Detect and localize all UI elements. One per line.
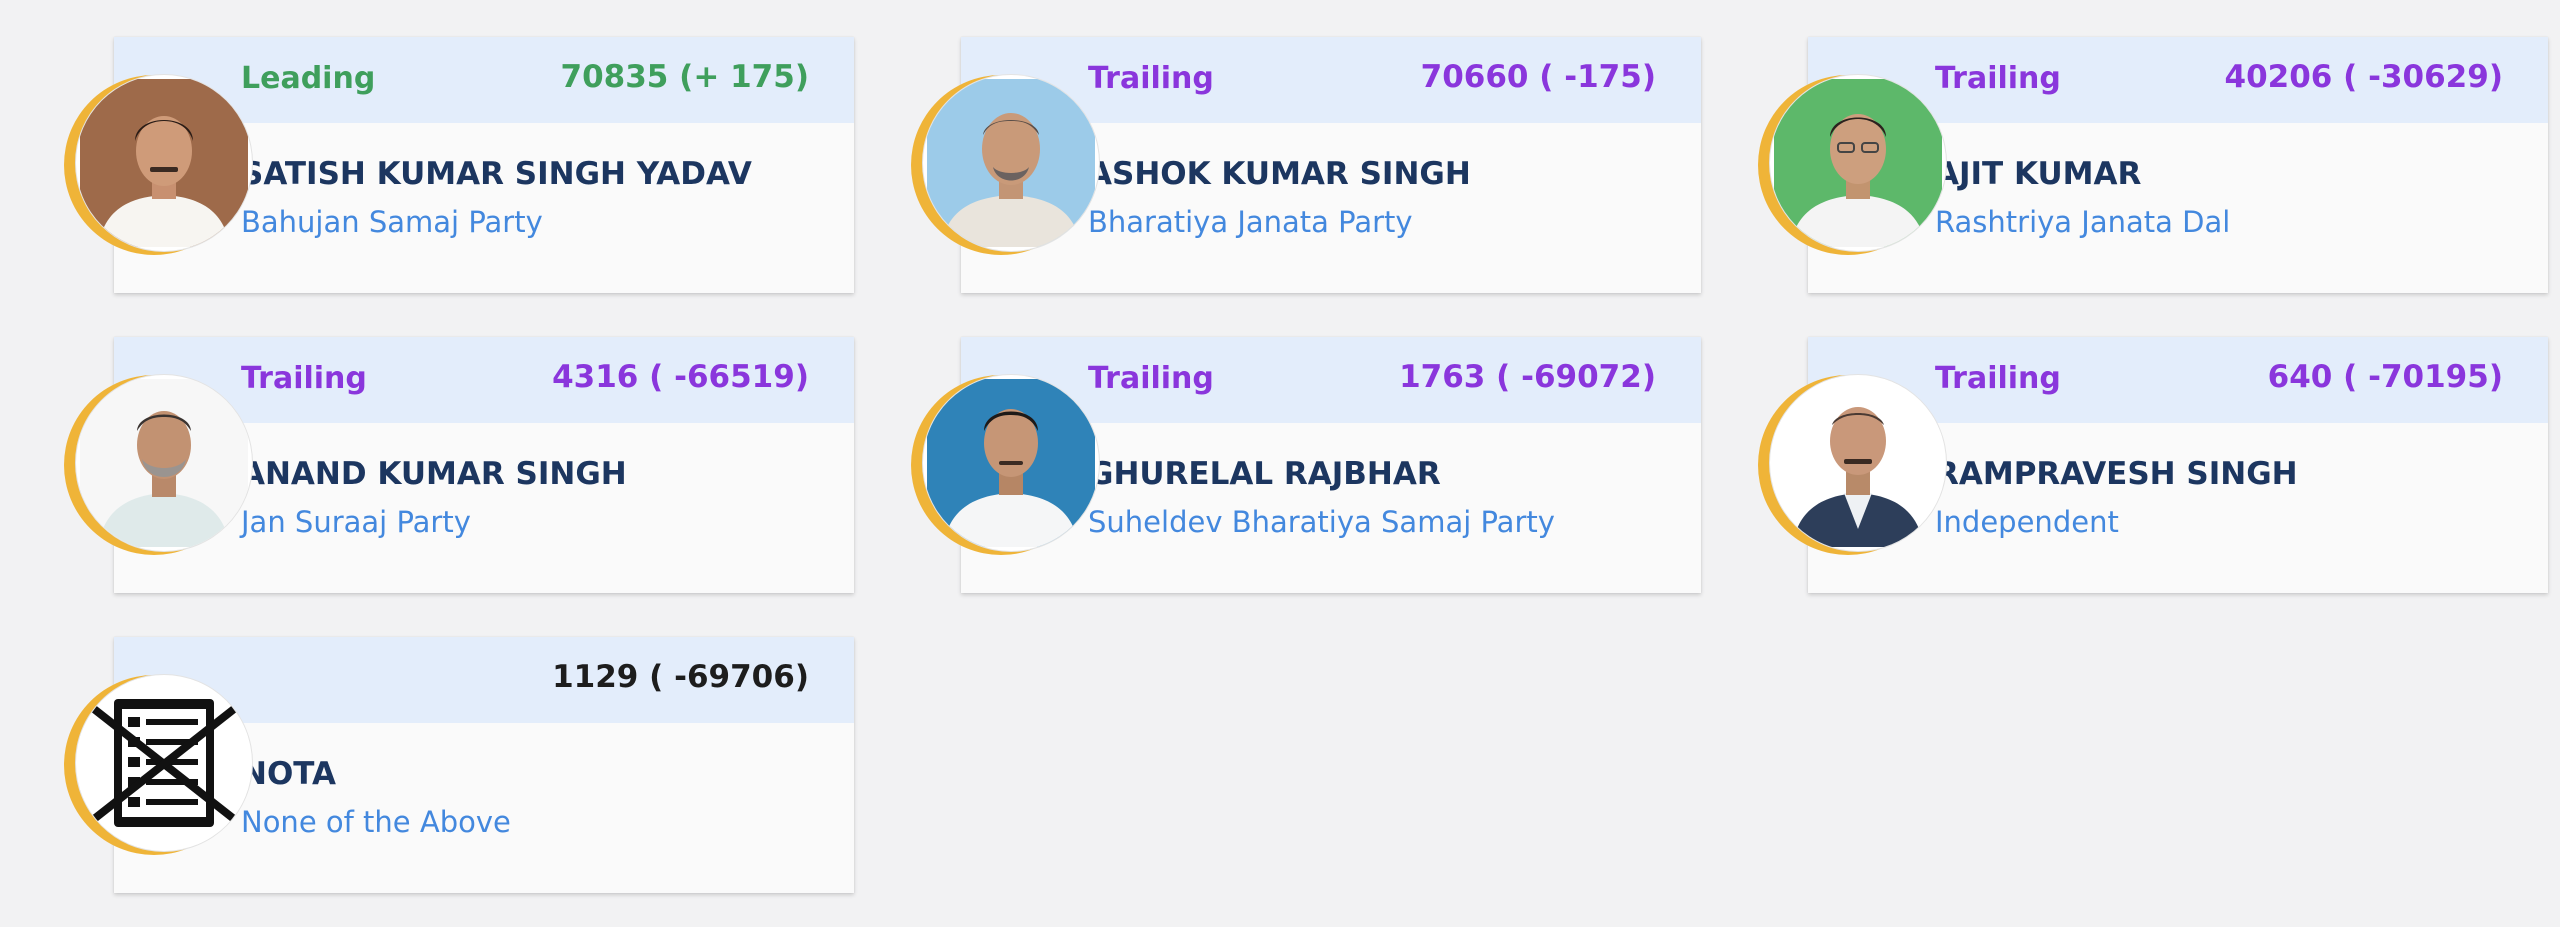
candidate-card[interactable]: Trailing 40206 ( -30629) AJIT KUMAR Rash…	[1728, 37, 2548, 299]
candidate-name: NOTA	[241, 756, 337, 792]
vote-count: 40206 ( -30629)	[2224, 59, 2504, 95]
vote-count: 4316 ( -66519)	[552, 359, 809, 395]
candidate-photo-icon	[1770, 75, 1946, 251]
candidate-photo-icon	[923, 75, 1099, 251]
candidate-photo-icon	[76, 75, 252, 251]
candidate-photo-icon	[76, 375, 252, 551]
candidate-results-grid: Leading 70835 (+ 175) SATISH KUMAR SINGH…	[0, 0, 2560, 927]
nota-card[interactable]: 1129 ( -69706) NOTA None of the Above	[34, 637, 854, 899]
party-name: None of the Above	[241, 805, 511, 839]
trailing-status-label: Trailing	[1935, 361, 2061, 396]
trailing-status-label: Trailing	[241, 361, 367, 396]
party-name: Rashtriya Janata Dal	[1935, 205, 2231, 239]
candidate-name: SATISH KUMAR SINGH YADAV	[241, 156, 752, 192]
candidate-card[interactable]: Trailing 1763 ( -69072) GHURELAL RAJBHAR…	[881, 337, 1701, 599]
party-name: Bharatiya Janata Party	[1088, 205, 1413, 239]
trailing-status-label: Trailing	[1935, 61, 2061, 96]
candidate-photo-icon	[923, 375, 1099, 551]
trailing-status-label: Trailing	[1088, 61, 1214, 96]
vote-count: 1763 ( -69072)	[1399, 359, 1656, 395]
candidate-photo-icon	[1770, 375, 1946, 551]
party-name: Jan Suraaj Party	[241, 505, 471, 539]
candidate-name: RAMPRAVESH SINGH	[1935, 456, 2298, 492]
party-name: Bahujan Samaj Party	[241, 205, 543, 239]
candidate-card[interactable]: Trailing 640 ( -70195) RAMPRAVESH SINGH …	[1728, 337, 2548, 599]
vote-count: 640 ( -70195)	[2267, 359, 2503, 395]
candidate-name: ANAND KUMAR SINGH	[241, 456, 627, 492]
candidate-card[interactable]: Leading 70835 (+ 175) SATISH KUMAR SINGH…	[34, 37, 854, 299]
party-name: Independent	[1935, 505, 2119, 539]
leading-status-label: Leading	[241, 61, 376, 96]
candidate-name: AJIT KUMAR	[1935, 156, 2142, 192]
candidate-card[interactable]: Trailing 4316 ( -66519) ANAND KUMAR SING…	[34, 337, 854, 599]
party-name: Suheldev Bharatiya Samaj Party	[1088, 505, 1555, 539]
vote-count: 70835 (+ 175)	[560, 59, 809, 95]
candidate-card[interactable]: Trailing 70660 ( -175) ASHOK KUMAR SINGH…	[881, 37, 1701, 299]
candidate-name: GHURELAL RAJBHAR	[1088, 456, 1441, 492]
nota-crossed-list-icon	[76, 675, 252, 851]
candidate-name: ASHOK KUMAR SINGH	[1088, 156, 1471, 192]
trailing-status-label: Trailing	[1088, 361, 1214, 396]
vote-count: 1129 ( -69706)	[552, 659, 809, 695]
vote-count: 70660 ( -175)	[1420, 59, 1656, 95]
